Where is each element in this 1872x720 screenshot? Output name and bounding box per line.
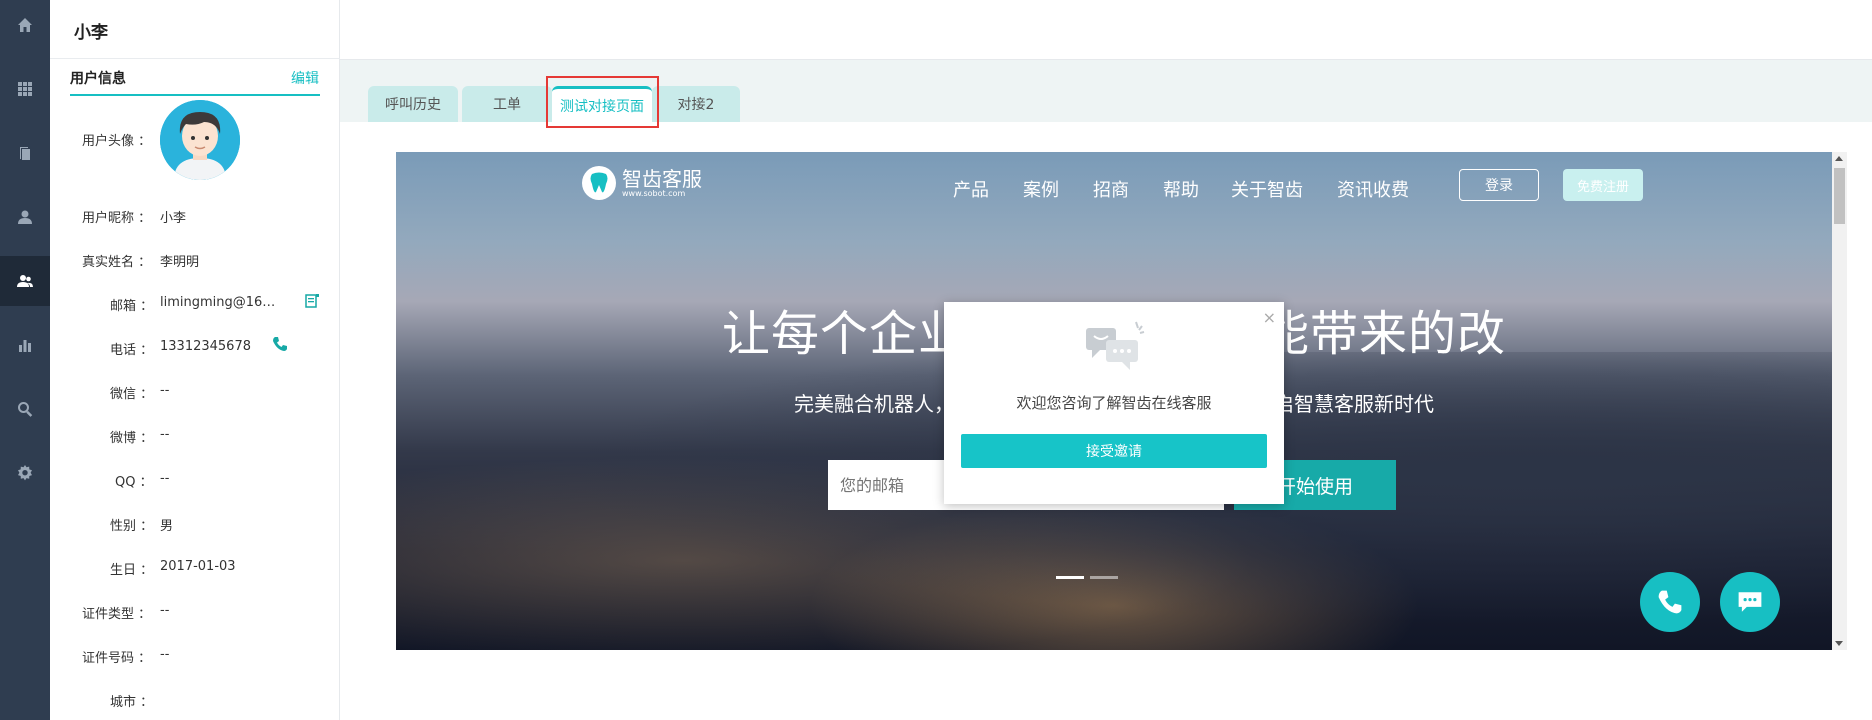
carousel-dot[interactable] (1090, 576, 1118, 579)
scroll-down-arrow[interactable] (1835, 641, 1843, 646)
site-nav-about[interactable]: 关于智齿 (1231, 176, 1303, 202)
apps-grid-icon (18, 82, 32, 96)
divider (50, 58, 340, 59)
user-group-icon (17, 275, 33, 287)
gender-label: 性别 ： (110, 519, 154, 534)
tooth-logo-icon (582, 166, 616, 200)
avatar-label: 用户头像 ： (82, 134, 152, 149)
site-logo-text: 智齿客服 (622, 166, 702, 191)
chat-bubbles-icon (1086, 321, 1145, 370)
user-icon (18, 210, 32, 224)
chat-bubble-icon (1738, 592, 1762, 612)
weibo-value: -- (160, 427, 170, 442)
user-info-tab[interactable]: 用户信息 (70, 68, 126, 88)
close-icon[interactable]: × (1263, 308, 1276, 327)
nickname-label: 用户昵称 ： (82, 211, 152, 226)
qq-label: QQ ： (115, 475, 153, 490)
site-nav-partner[interactable]: 招商 (1093, 176, 1129, 202)
idnum-label: 证件号码 ： (82, 651, 152, 666)
rail-settings[interactable] (0, 448, 50, 498)
gender-value: 男 (160, 519, 174, 534)
rail-home[interactable] (0, 0, 50, 50)
gear-icon (18, 465, 32, 481)
realname-value: 李明明 (160, 255, 200, 270)
user-title: 小李 (74, 23, 108, 43)
city-label: 城市 ： (110, 695, 154, 710)
user-info-panel: 小李 用户信息 编辑 用户头像 ： 用户昵称 ： 小李 真实姓名 ： 李明明 邮… (50, 0, 340, 720)
accept-invite-button[interactable]: 接受邀请 (961, 434, 1267, 468)
search-icon (18, 402, 33, 417)
realname-label: 真实姓名 ： (82, 255, 152, 270)
site-nav-pricing[interactable]: 资讯收费 (1337, 176, 1409, 202)
site-nav-help[interactable]: 帮助 (1163, 176, 1199, 202)
phone-value: 13312345678 (160, 339, 251, 354)
site-chat-button[interactable] (1720, 572, 1780, 632)
idtype-label: 证件类型 ： (82, 607, 152, 622)
phone-icon (1658, 590, 1682, 614)
avatar-illustration (160, 100, 240, 180)
birthday-label: 生日 ： (110, 563, 154, 578)
idtype-value: -- (160, 603, 170, 618)
email-compose-icon[interactable] (304, 293, 320, 309)
rail-reports[interactable] (0, 320, 50, 370)
home-icon (18, 18, 32, 32)
popup-message: 欢迎您咨询了解智齿在线客服 (1016, 394, 1212, 412)
phone-call-icon[interactable] (272, 336, 288, 352)
wechat-label: 微信 ： (110, 387, 154, 402)
birthday-value: 2017-01-03 (160, 559, 236, 574)
avatar (160, 100, 240, 180)
qq-value: -- (160, 471, 170, 486)
tab-highlight-box (546, 76, 659, 128)
wechat-value: -- (160, 383, 170, 398)
document-icon (20, 147, 30, 160)
site-nav-cases[interactable]: 案例 (1023, 176, 1059, 202)
rail-documents[interactable] (0, 128, 50, 178)
site-logo[interactable]: 智齿客服 www.sobot.com (582, 166, 702, 200)
tab-work-order[interactable]: 工单 (462, 86, 552, 122)
phone-label: 电话 ： (110, 343, 154, 358)
chat-invite-popup: × 欢迎您咨询了解智齿在线客服 接受邀请 (944, 302, 1284, 504)
site-scrollbar[interactable] (1832, 152, 1847, 650)
site-phone-button[interactable] (1640, 572, 1700, 632)
bar-chart-icon (19, 340, 31, 352)
scroll-up-arrow[interactable] (1835, 156, 1843, 161)
scroll-thumb[interactable] (1834, 168, 1845, 224)
carousel-dots (1056, 576, 1118, 579)
rail-search[interactable] (0, 384, 50, 434)
carousel-dot[interactable] (1056, 576, 1084, 579)
weibo-label: 微博 ： (110, 431, 154, 446)
tab-integration-2[interactable]: 对接2 (652, 86, 740, 122)
email-value: limingming@16… (160, 295, 276, 310)
edit-link[interactable]: 编辑 (291, 68, 319, 88)
site-login-button[interactable]: 登录 (1459, 169, 1539, 201)
nickname-value: 小李 (160, 211, 187, 226)
rail-customers[interactable] (0, 256, 50, 306)
icon-rail (0, 0, 50, 720)
idnum-value: -- (160, 647, 170, 662)
rail-user[interactable] (0, 192, 50, 242)
main-header (340, 0, 1872, 60)
email-label: 邮箱 ： (110, 299, 154, 314)
site-register-button[interactable]: 免费注册 (1563, 169, 1643, 201)
rail-apps[interactable] (0, 64, 50, 114)
tab-call-history[interactable]: 呼叫历史 (368, 86, 458, 122)
site-nav-product[interactable]: 产品 (953, 176, 989, 202)
section-underline (70, 94, 320, 96)
